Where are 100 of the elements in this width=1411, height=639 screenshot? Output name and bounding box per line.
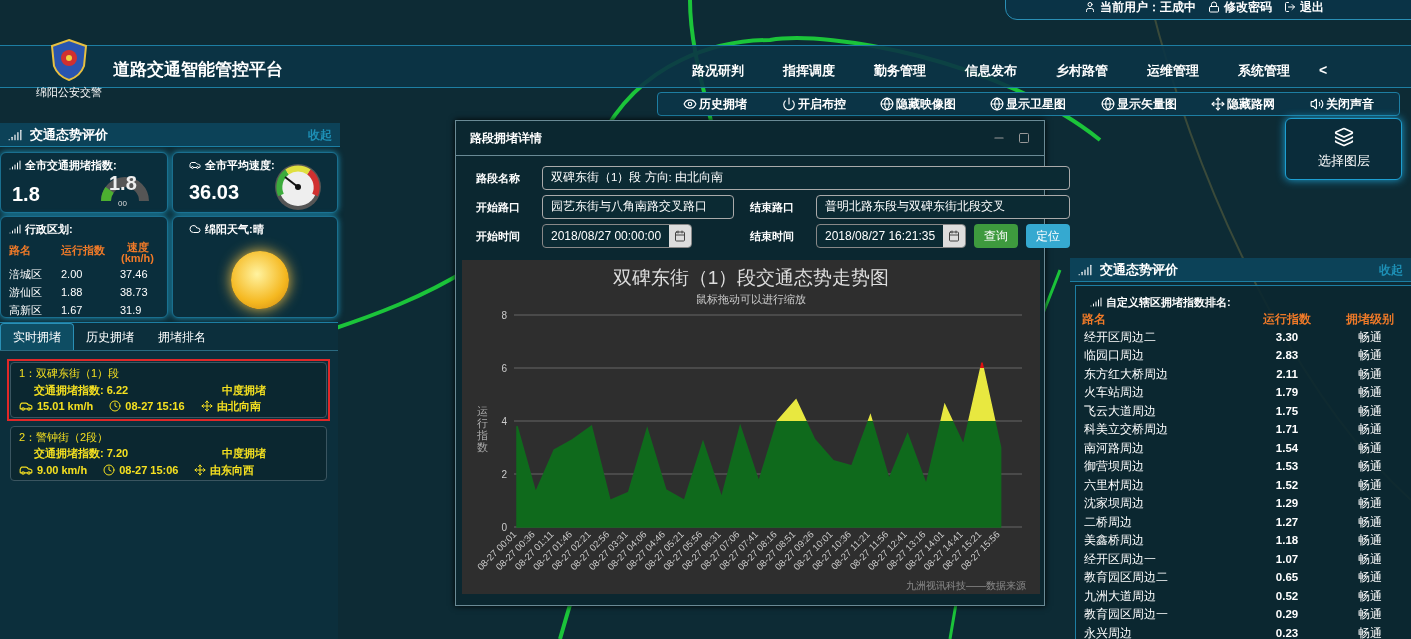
collapse-nav-button[interactable]: <	[1319, 60, 1328, 81]
jam-title: 1：双碑东街（1）段	[19, 366, 121, 381]
logo-caption: 绵阳公安交警	[36, 85, 102, 100]
layer-select-button[interactable]: 选择图层	[1285, 118, 1402, 180]
table-cell-text: 0.52	[1274, 588, 1300, 604]
table-cell-text: 3.30	[1274, 329, 1300, 345]
table-cell-text: 永兴周边	[1083, 625, 1133, 639]
table-cell-text: 经开区周边一	[1083, 551, 1157, 567]
toolbar-button[interactable]: 显示矢量图	[1100, 95, 1177, 113]
eye-icon	[683, 97, 698, 111]
table-cell-text: 畅通	[1357, 588, 1383, 604]
table-cell-text: 畅通	[1357, 459, 1383, 475]
signal-icon	[9, 159, 21, 172]
toolbar-button[interactable]: 隐藏路网	[1211, 95, 1276, 113]
dialog-button[interactable]: 查询	[974, 224, 1018, 248]
jam-title: 2：警钟街（2段）	[19, 429, 110, 445]
text-field[interactable]: 园艺东街与八角南路交叉路口	[542, 195, 734, 219]
gauge-value: 1.8	[109, 171, 137, 196]
jam-index: 交通拥堵指数: 7.20	[34, 446, 129, 461]
nav-menu-item[interactable]: 乡村路管	[1056, 60, 1108, 81]
nav-menu-item[interactable]: 运维管理	[1147, 60, 1199, 81]
nav-menu-item[interactable]: 信息发布	[965, 60, 1017, 81]
table-cell-text: 畅通	[1357, 551, 1383, 567]
toolbar-button[interactable]: 隐藏映像图	[880, 95, 957, 113]
table-cell-text: 畅通	[1357, 403, 1383, 419]
table-cell-text: 涪城区	[9, 266, 43, 282]
column-header: 运行指数	[61, 242, 106, 258]
direction-icon	[194, 463, 207, 476]
field-label: 结束时间	[750, 228, 795, 244]
table-cell-text: 畅通	[1357, 533, 1383, 549]
table-cell-text: 1.79	[1274, 385, 1300, 401]
table-cell-text: 高新区	[9, 302, 43, 318]
table-cell-text: 畅通	[1357, 496, 1383, 512]
clock-icon	[109, 400, 122, 413]
nav-menu-item[interactable]: 勤务管理	[874, 60, 926, 81]
table-cell-text: 畅通	[1357, 422, 1383, 438]
calendar-icon	[674, 230, 687, 242]
user-icon	[1084, 1, 1096, 13]
table-cell-text: 38.73	[119, 284, 149, 300]
nav-menu-item[interactable]: 指挥调度	[783, 60, 835, 81]
table-cell-text: 31.9	[119, 302, 143, 318]
date-field[interactable]: 2018/08/27 00:00:00	[542, 224, 692, 248]
table-cell-text: 御营坝周边	[1083, 459, 1145, 475]
tab[interactable]: 拥堵排名	[146, 323, 218, 350]
nav-menu-item[interactable]: 路况研判	[692, 60, 744, 81]
toolbar-button[interactable]: 关闭声音	[1309, 95, 1374, 113]
table-cell-text: 2.83	[1274, 348, 1300, 364]
jam-grade: 中度拥堵	[222, 446, 266, 461]
toolbar-button[interactable]: 开启布控	[781, 95, 846, 113]
table-cell-text: 畅通	[1357, 514, 1383, 530]
y-tick-label: 0	[501, 522, 507, 533]
table-cell-text: 1.07	[1274, 551, 1300, 567]
table-cell-text: 2.00	[61, 266, 84, 282]
panel-subtitle: 自定义辖区拥堵指数排名:	[1106, 295, 1231, 310]
lock-icon	[1208, 1, 1220, 13]
stat-value: 1.8	[12, 182, 40, 207]
maximize-icon[interactable]	[1018, 132, 1030, 144]
tab[interactable]: 历史拥堵	[74, 323, 146, 350]
text-field[interactable]: 双碑东街（1）段 方向: 由北向南	[542, 166, 1070, 190]
tab[interactable]: 实时拥堵	[0, 323, 74, 350]
column-header: 路名	[1082, 311, 1107, 327]
jam-direction: 由东向西	[210, 462, 255, 478]
chart-hint: 鼠标拖动可以进行缩放	[696, 292, 806, 307]
jam-grade: 中度拥堵	[222, 382, 266, 398]
current-user: 当前用户：王成中	[1100, 0, 1196, 16]
field-label: 路段名称	[476, 170, 521, 186]
field-label: 开始路口	[476, 199, 521, 215]
data-source-note: 九洲视讯科技——数据来源	[906, 579, 1026, 593]
table-cell-text: 畅通	[1357, 440, 1383, 456]
car-icon	[19, 399, 33, 414]
table-cell-text: 畅通	[1357, 385, 1383, 401]
table-cell-text: 沈家坝周边	[1083, 496, 1145, 512]
jam-card[interactable]: 1：双碑东街（1）段 交通拥堵指数: 6.22 中度拥堵 15.01 km/h 08-27 15:16 由北向南	[7, 359, 330, 421]
nav-menu-item[interactable]: 系统管理	[1238, 60, 1290, 81]
change-password-link[interactable]: 修改密码	[1208, 0, 1272, 16]
weather-label: 绵阳天气:晴	[205, 222, 264, 237]
gauge-min-label: 00	[118, 198, 127, 210]
table-cell-text: 1.75	[1274, 403, 1300, 419]
toolbar-button[interactable]: 显示卫星图	[990, 95, 1067, 113]
panel-title: 交通态势评价	[1100, 260, 1178, 279]
y-tick-label: 2	[501, 469, 507, 480]
car-icon	[189, 159, 201, 172]
table-cell-text: 畅通	[1357, 329, 1383, 345]
table-cell-text: 东方红大桥周边	[1083, 366, 1169, 382]
table-cell-text: 1.27	[1274, 514, 1300, 530]
table-cell-text: 37.46	[119, 266, 149, 282]
stat-label: 全市交通拥堵指数:	[25, 158, 117, 173]
dialog-title: 路段拥堵详情	[470, 130, 542, 147]
table-cell-text: 教育园区周边二	[1083, 569, 1169, 586]
jam-index: 交通拥堵指数: 6.22	[34, 382, 129, 398]
y-axis-label: 运行指数	[477, 405, 489, 454]
date-field[interactable]: 2018/08/27 16:21:35	[816, 224, 966, 248]
toolbar-button[interactable]: 历史拥堵	[683, 95, 748, 113]
text-field[interactable]: 普明北路东段与双碑东街北段交叉	[816, 195, 1070, 219]
table-cell-text: 畅通	[1357, 348, 1383, 364]
column-header: 速度 (km/h)	[120, 241, 155, 265]
app-title: 道路交通智能管控平台	[113, 59, 283, 81]
jam-direction: 由北向南	[216, 399, 261, 414]
logout-link[interactable]: 退出	[1284, 0, 1324, 16]
table-cell-text: 1.18	[1274, 533, 1300, 549]
